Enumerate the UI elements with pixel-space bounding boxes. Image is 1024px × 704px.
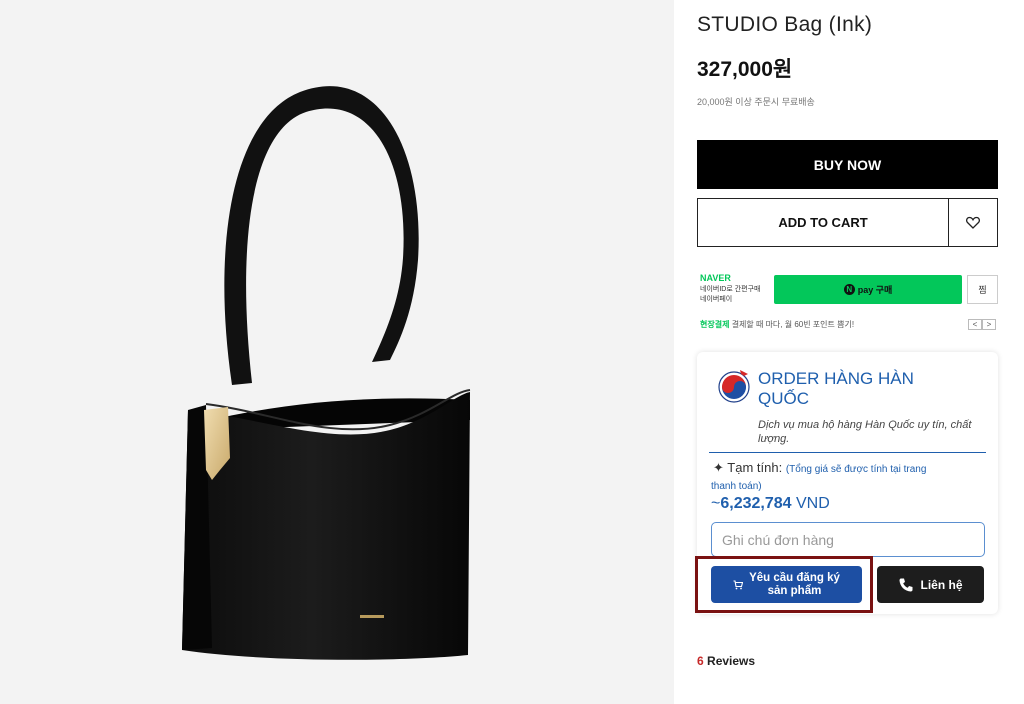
subtotal-label: Tạm tính: <box>727 460 783 475</box>
request-product-button[interactable]: Yêu cầu đăng ký sản phẩm <box>711 566 862 603</box>
buy-now-button[interactable]: BUY NOW <box>697 140 998 189</box>
zzim-button[interactable]: 찜 <box>967 275 998 304</box>
reviews-count: 6 <box>697 654 704 668</box>
subtotal-row: ✦ Tạm tính: (Tổng giá sẽ được tính tại t… <box>713 460 988 476</box>
total-currency: VND <box>795 495 830 512</box>
request-line2: sản phẩm <box>767 584 822 597</box>
subtotal-hint-cont: thanh toán) <box>711 481 762 492</box>
naver-pay-button[interactable]: N pay 구매 <box>774 275 962 304</box>
total-amount: 6,232,784 <box>720 495 792 512</box>
request-line1: Yêu cầu đăng ký <box>749 571 840 584</box>
product-image <box>0 0 674 704</box>
phone-icon <box>899 578 913 591</box>
card-divider <box>709 452 986 453</box>
naver-logo: NAVER <box>700 273 731 283</box>
onsite-label: 현장결제 <box>700 320 730 329</box>
contact-button[interactable]: Liên hệ <box>877 566 984 603</box>
shipping-note: 20,000원 이상 주문시 무료배송 <box>697 97 815 107</box>
korea-order-logo-icon <box>718 370 750 403</box>
cart-icon <box>733 579 744 589</box>
naver-desc-line1: 네이버ID로 간편구매 <box>700 286 761 293</box>
order-note-input[interactable] <box>711 522 985 557</box>
onsite-text: 결제할 때 마다, 월 60빈 포인트 쁨기! <box>731 320 855 329</box>
pager-prev-button[interactable]: < <box>968 319 982 330</box>
reviews-label: Reviews <box>707 654 756 668</box>
promo-pager: < > <box>968 319 996 330</box>
add-to-cart-button[interactable]: ADD TO CART <box>697 198 949 247</box>
product-price: 327,000원 <box>697 58 793 81</box>
heart-icon <box>966 216 980 229</box>
wishlist-button[interactable] <box>948 198 998 247</box>
contact-label: Liên hệ <box>920 577 963 592</box>
order-card-description: Dịch vụ mua hộ hàng Hàn Quốc uy tín, chấ… <box>758 419 972 445</box>
sparkle-icon: ✦ <box>713 460 724 475</box>
naver-pay-label: pay 구매 <box>857 285 893 295</box>
bag-illustration <box>182 86 471 660</box>
pager-next-button[interactable]: > <box>982 319 996 330</box>
subtotal-hint: (Tổng giá sẽ được tính tại trang <box>785 464 927 475</box>
order-card-title: ORDER HÀNG HÀN QUỐC <box>758 369 914 408</box>
onsite-payment-note: 현장결제 결제할 때 마다, 월 60빈 포인트 쁨기! <box>700 319 854 330</box>
naver-desc-line2: 네이버페이 <box>700 296 733 303</box>
total-price: ~6,232,784 VND <box>711 495 830 513</box>
naver-n-icon: N <box>843 284 855 295</box>
product-title: STUDIO Bag (Ink) <box>697 13 873 36</box>
reviews-link[interactable]: 6 Reviews <box>697 654 755 668</box>
total-prefix: ~ <box>711 495 721 512</box>
